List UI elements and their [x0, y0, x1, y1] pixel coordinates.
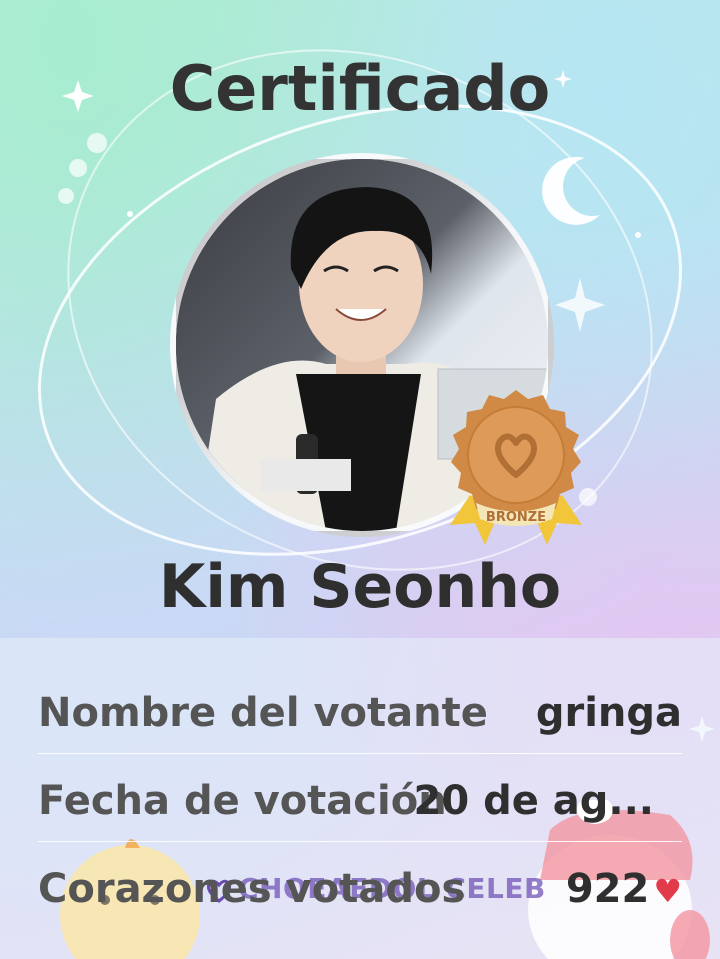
certificate-title: Certificado: [169, 52, 551, 125]
vote-date-label: Fecha de votación: [38, 778, 447, 824]
medal-icon: BRONZE: [450, 390, 582, 545]
vote-date-row: Fecha de votación 20 de ag...: [38, 754, 682, 842]
voter-name-label: Nombre del votante: [38, 690, 488, 736]
vote-date-value: 20 de ag...: [413, 778, 655, 824]
celebrity-name: Kim Seonho: [158, 552, 562, 622]
hearts-voted-row: Corazones votados 922 ♥: [38, 842, 682, 930]
heart-icon: ♥: [653, 872, 682, 910]
hearts-voted-value: 922: [565, 866, 650, 912]
hearts-voted-label: Corazones votados: [38, 866, 466, 912]
badge-label: BRONZE: [486, 510, 546, 525]
voter-name-value: gringa: [535, 690, 682, 736]
hearts-voted-value-wrap: 922 ♥: [566, 866, 682, 912]
moon-icon: [542, 156, 600, 225]
voter-name-row: Nombre del votante gringa: [38, 666, 682, 754]
